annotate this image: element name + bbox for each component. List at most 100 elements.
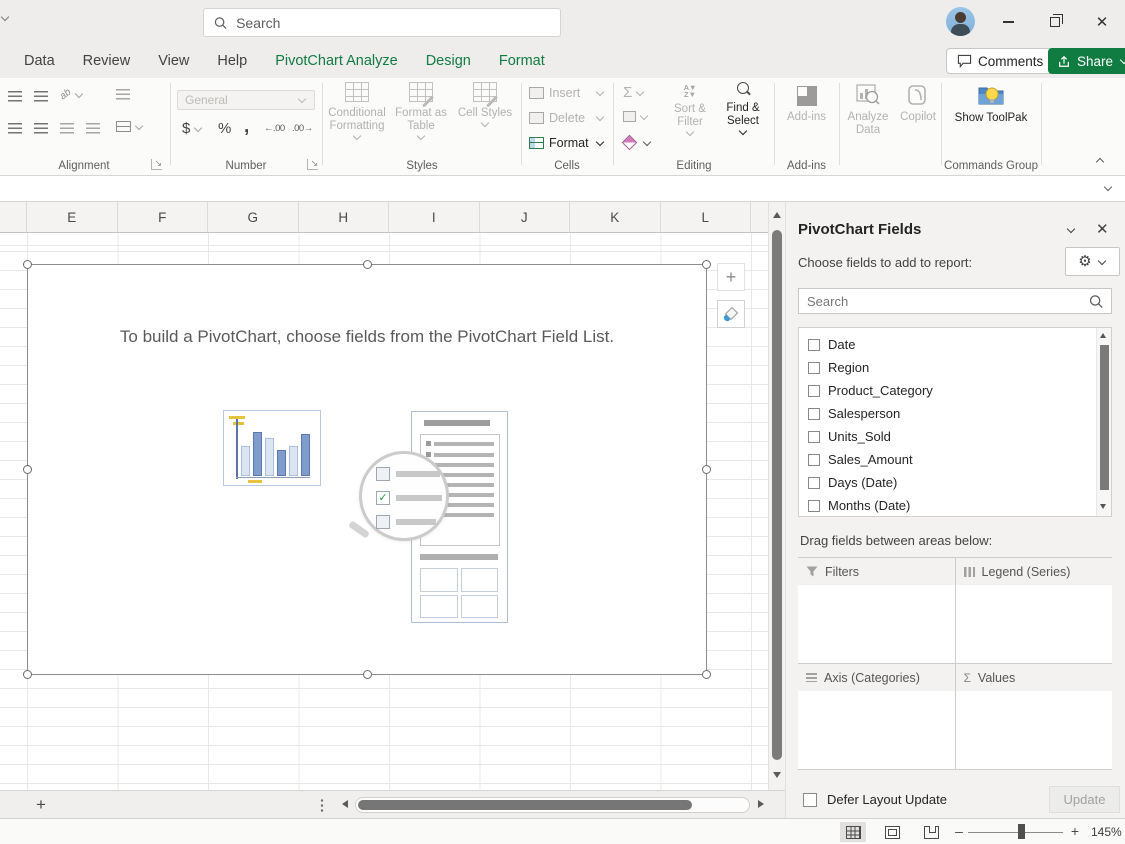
format-cells-button[interactable]: Format: [529, 136, 605, 150]
expand-formula-bar-chevron-icon[interactable]: [1104, 183, 1112, 191]
clear-chevron-icon[interactable]: [643, 137, 651, 145]
scroll-down-arrow-icon[interactable]: [773, 772, 781, 778]
comments-button[interactable]: Comments: [946, 48, 1054, 74]
legend-drop-zone[interactable]: [956, 585, 1113, 663]
field-item[interactable]: Months (Date): [799, 494, 1095, 517]
merge-center-button[interactable]: [116, 121, 144, 132]
wrap-text-button[interactable]: [116, 89, 130, 100]
find-select-button[interactable]: Find & Select: [717, 82, 769, 136]
axis-drop-zone[interactable]: [798, 691, 955, 769]
accounting-format-button[interactable]: $: [182, 120, 203, 137]
normal-view-button[interactable]: [840, 822, 866, 842]
format-as-table-button[interactable]: Format as Table: [390, 82, 452, 141]
gear-chevron-icon[interactable]: [1097, 256, 1105, 264]
copilot-button[interactable]: Copilot: [897, 84, 939, 124]
chart-resize-handle[interactable]: [702, 465, 711, 474]
field-checkbox[interactable]: [808, 408, 820, 420]
number-dialog-launcher[interactable]: ↘: [307, 159, 318, 170]
cell-styles-button[interactable]: Cell Styles: [454, 82, 516, 128]
column-header-partial[interactable]: [0, 202, 27, 232]
chart-resize-handle[interactable]: [702, 260, 711, 269]
axis-area[interactable]: Axis (Categories): [798, 664, 955, 769]
number-format-chevron-icon[interactable]: [298, 95, 306, 103]
zoom-level[interactable]: 145%: [1091, 825, 1122, 839]
vertical-scrollbar-thumb[interactable]: [772, 230, 782, 760]
orientation-button[interactable]: ab: [60, 89, 84, 100]
field-checkbox[interactable]: [808, 339, 820, 351]
page-layout-view-button[interactable]: [879, 822, 905, 842]
field-checkbox[interactable]: [808, 431, 820, 443]
qat-overflow-chevron-icon[interactable]: [1, 13, 9, 21]
values-area[interactable]: Σ Values: [956, 664, 1113, 769]
worksheet-vertical-scrollbar[interactable]: [768, 202, 785, 790]
column-header-l[interactable]: L: [661, 202, 752, 232]
tools-gear-button[interactable]: ⚙: [1065, 247, 1120, 276]
pane-close-icon[interactable]: ✕: [1096, 220, 1109, 238]
field-item[interactable]: Product_Category: [799, 379, 1095, 402]
values-drop-zone[interactable]: [956, 691, 1113, 769]
percent-style-button[interactable]: %: [218, 120, 231, 137]
legend-area[interactable]: Legend (Series): [956, 558, 1113, 663]
column-header-k[interactable]: K: [570, 202, 661, 232]
align-left-button[interactable]: [8, 123, 22, 134]
align-middle-button[interactable]: [34, 91, 48, 102]
fill-button[interactable]: [623, 111, 649, 122]
scroll-up-arrow-icon[interactable]: [773, 212, 781, 218]
collapse-ribbon-chevron-icon[interactable]: [1096, 158, 1104, 166]
tab-splitter-grip[interactable]: [320, 798, 324, 812]
scroll-right-arrow-icon[interactable]: [758, 800, 764, 808]
tab-review[interactable]: Review: [69, 53, 145, 69]
pivotchart-placeholder[interactable]: To build a PivotChart, choose fields fro…: [27, 264, 707, 675]
field-item[interactable]: Units_Sold: [799, 425, 1095, 448]
tab-design[interactable]: Design: [412, 53, 485, 69]
field-checkbox[interactable]: [808, 362, 820, 374]
fields-scrollbar-thumb[interactable]: [1100, 345, 1109, 490]
chart-styles-button[interactable]: [717, 300, 745, 328]
field-item[interactable]: Days (Date): [799, 471, 1095, 494]
scroll-up-arrow-icon[interactable]: [1100, 333, 1106, 338]
pane-options-chevron-icon[interactable]: [1067, 225, 1075, 233]
tab-help[interactable]: Help: [203, 53, 261, 69]
minimize-button[interactable]: [991, 8, 1025, 36]
decrease-indent-button[interactable]: [60, 123, 74, 134]
column-header-e[interactable]: E: [27, 202, 118, 232]
clear-button[interactable]: [624, 137, 652, 148]
insert-cells-button[interactable]: Insert: [529, 86, 605, 100]
share-button[interactable]: Share: [1048, 48, 1125, 74]
comma-style-button[interactable]: ,: [244, 116, 249, 138]
tab-pivotchart-analyze[interactable]: PivotChart Analyze: [261, 53, 412, 69]
column-header-g[interactable]: G: [208, 202, 299, 232]
defer-layout-checkbox[interactable]: [803, 793, 817, 807]
align-center-button[interactable]: [34, 123, 48, 134]
column-header-i[interactable]: I: [389, 202, 480, 232]
chart-resize-handle[interactable]: [363, 670, 372, 679]
analyze-data-button[interactable]: Analyze Data: [841, 84, 895, 137]
currency-chevron-icon[interactable]: [194, 123, 202, 131]
alignment-dialog-launcher[interactable]: ↘: [151, 159, 162, 170]
show-toolpak-button[interactable]: Show ToolPak: [943, 84, 1039, 125]
tab-view[interactable]: View: [144, 53, 203, 69]
decrease-decimal-button[interactable]: .00→: [292, 123, 313, 134]
zoom-slider-track[interactable]: [968, 832, 1063, 834]
chart-resize-handle[interactable]: [702, 670, 711, 679]
share-dropdown-chevron-icon[interactable]: [1120, 56, 1125, 64]
chart-elements-button[interactable]: +: [717, 263, 745, 291]
fields-search-input[interactable]: [807, 294, 1089, 309]
zoom-slider-thumb[interactable]: [1018, 824, 1025, 839]
format-chevron-icon[interactable]: [596, 138, 604, 146]
autosum-button[interactable]: Σ: [623, 84, 645, 101]
chart-resize-handle[interactable]: [23, 670, 32, 679]
new-sheet-button[interactable]: +: [30, 794, 52, 816]
filters-drop-zone[interactable]: [798, 585, 955, 663]
column-header-h[interactable]: H: [299, 202, 390, 232]
merge-chevron-icon[interactable]: [135, 121, 143, 129]
close-button[interactable]: ✕: [1085, 8, 1119, 36]
scroll-left-arrow-icon[interactable]: [342, 800, 348, 808]
search-input[interactable]: [236, 15, 550, 31]
fields-search-box[interactable]: [798, 288, 1112, 314]
horizontal-scrollbar-thumb[interactable]: [358, 800, 692, 810]
tab-data[interactable]: Data: [10, 53, 69, 69]
find-select-chevron-icon[interactable]: [739, 127, 747, 135]
addins-button[interactable]: Add-ins: [776, 86, 837, 124]
chart-resize-handle[interactable]: [23, 260, 32, 269]
